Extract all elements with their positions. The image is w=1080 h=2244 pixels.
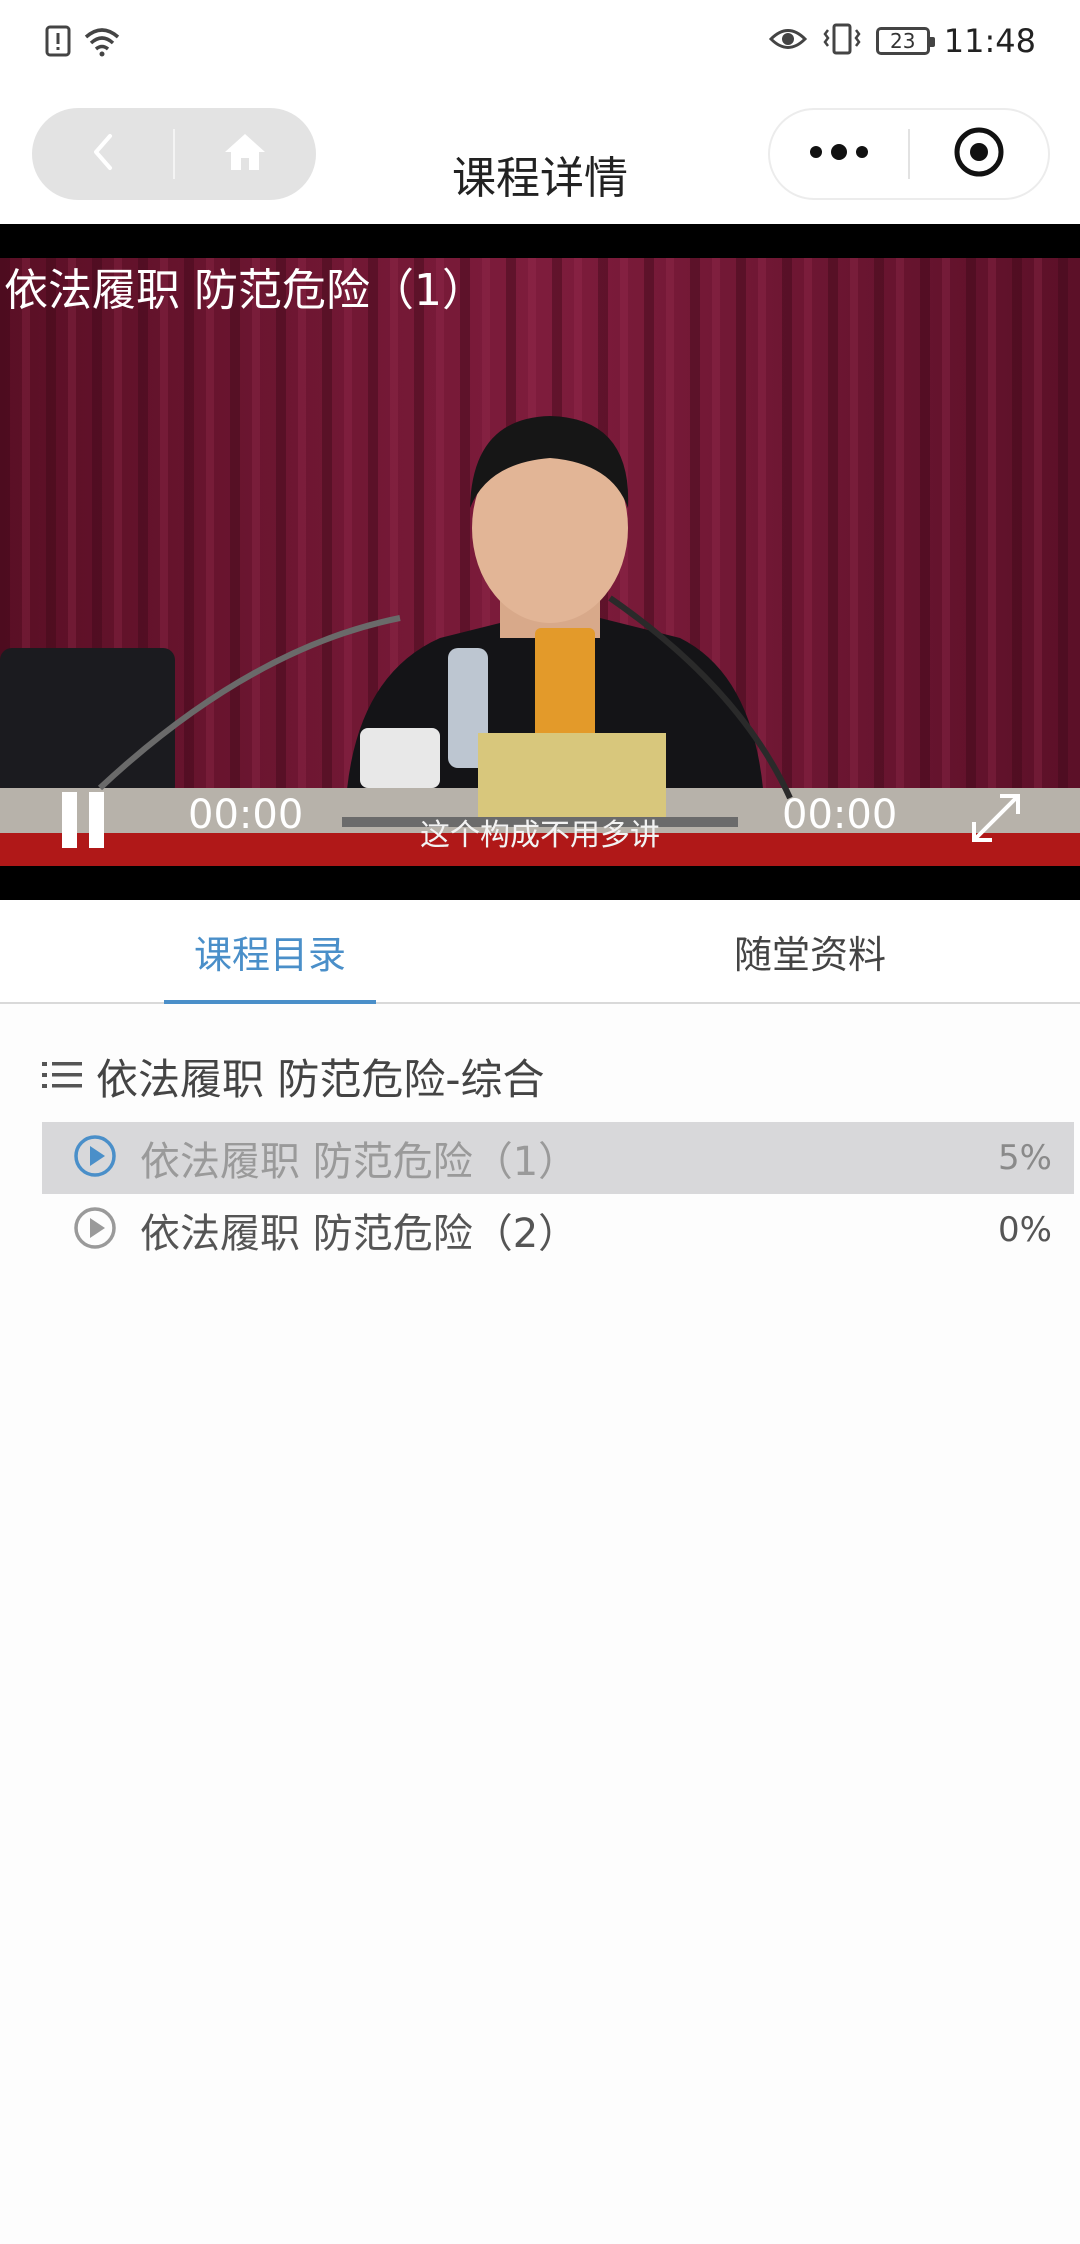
nav-bar: 课程详情 xyxy=(0,86,1080,224)
lesson-item[interactable]: 依法履职 防范危险（1） 5% xyxy=(42,1122,1074,1194)
video-player[interactable]: 依法履职 防范危险（1） 00:00 00:00 这个构成不用多讲 xyxy=(0,224,1080,900)
lesson-item[interactable]: 依法履职 防范危险（2） 0% xyxy=(42,1194,1074,1266)
play-circle-icon xyxy=(72,1205,118,1255)
target-icon xyxy=(952,125,1006,183)
battery-level: 23 xyxy=(890,29,916,53)
video-frame xyxy=(0,258,1080,866)
eye-icon xyxy=(768,24,808,58)
battery-icon: 23 xyxy=(875,27,935,55)
video-title: 依法履职 防范危险（1） xyxy=(4,265,486,316)
clock: 11:48 xyxy=(943,22,1036,60)
nav-capsule-right xyxy=(768,108,1050,200)
wifi-icon xyxy=(82,25,122,61)
active-tab-indicator xyxy=(164,1000,376,1004)
more-button[interactable] xyxy=(770,110,908,198)
lesson-progress: 0% xyxy=(998,1210,1052,1250)
tab-class-materials[interactable]: 随堂资料 xyxy=(620,900,1000,1002)
lesson-progress: 5% xyxy=(998,1138,1052,1178)
tab-label: 随堂资料 xyxy=(733,932,886,977)
tab-course-catalog[interactable]: 课程目录 xyxy=(80,900,460,1002)
close-miniprogram-button[interactable] xyxy=(910,110,1048,198)
chapter-header: 依法履职 防范危险-综合 xyxy=(42,1046,545,1107)
lesson-title: 依法履职 防范危险（2） xyxy=(140,1211,579,1257)
course-detail-page: 23 11:48 课程详情 依法履职 防范危险（1） 00:00 00:00 这… xyxy=(0,0,1080,2244)
chapter-title: 依法履职 防范危险-综合 xyxy=(96,1055,545,1104)
play-circle-icon xyxy=(72,1133,118,1183)
video-subtitle: 这个构成不用多讲 xyxy=(420,818,660,853)
lesson-title: 依法履职 防范危险（1） xyxy=(140,1139,579,1185)
alert-sim-icon xyxy=(44,24,72,62)
list-icon xyxy=(42,1059,82,1095)
status-bar: 23 11:48 xyxy=(0,0,1080,86)
vibrate-icon xyxy=(822,22,862,60)
tab-label: 课程目录 xyxy=(193,932,346,977)
tab-bar: 课程目录 随堂资料 xyxy=(0,900,1080,1004)
more-dots-icon xyxy=(808,143,870,165)
